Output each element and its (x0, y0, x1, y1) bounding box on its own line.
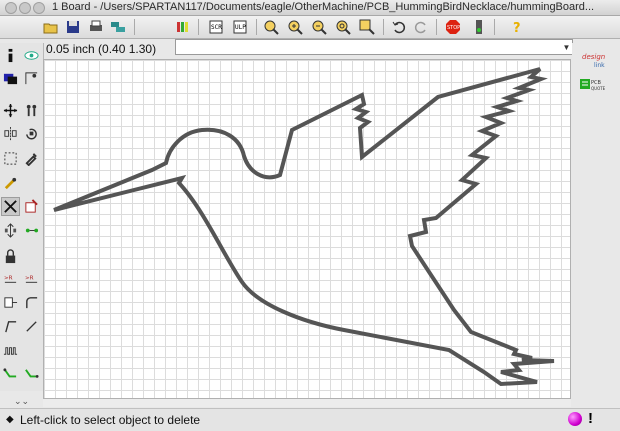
undo-icon[interactable] (390, 18, 408, 36)
status-message: Left-click to select object to delete (20, 413, 201, 427)
help-icon[interactable]: ? (508, 18, 526, 36)
command-bar: 0.05 inch (0.40 1.30) ▼ (0, 39, 620, 59)
status-bar: ◆ Left-click to select object to delete … (0, 408, 620, 431)
group-icon[interactable] (1, 149, 20, 168)
display-layers-icon[interactable] (1, 69, 20, 88)
window-title: 1 Board - /Users/SPARTAN117/Documents/ea… (52, 1, 595, 13)
info-icon[interactable] (1, 46, 20, 65)
design-link-logo[interactable]: design link (580, 51, 616, 71)
copy-icon[interactable] (22, 101, 41, 120)
zoom-window-button[interactable] (33, 2, 45, 14)
show-icon[interactable] (22, 46, 41, 65)
coordinate-display: 0.05 inch (0.40 1.30) (46, 42, 157, 56)
meander-icon[interactable] (1, 341, 20, 360)
mark-icon[interactable] (22, 69, 41, 88)
svg-text:>R: >R (25, 276, 34, 282)
mirror-icon[interactable] (1, 124, 20, 143)
redo-icon[interactable] (412, 18, 430, 36)
svg-text:SCR: SCR (211, 24, 222, 31)
right-panel: design link PCB QUOTE (572, 43, 620, 399)
miter-icon[interactable] (22, 293, 41, 312)
cam-icon[interactable] (109, 18, 127, 36)
delete-icon[interactable] (1, 197, 20, 216)
svg-text:link: link (594, 62, 605, 69)
board-canvas[interactable] (43, 59, 571, 399)
library-icon[interactable] (174, 18, 192, 36)
svg-text:QUOTE: QUOTE (591, 86, 606, 91)
svg-text:?: ? (513, 21, 521, 35)
value-icon[interactable]: >R (22, 270, 41, 289)
chevron-down-icon[interactable]: ▼ (561, 40, 572, 54)
replace-icon[interactable] (1, 221, 20, 240)
close-window-button[interactable] (5, 2, 17, 14)
split-icon[interactable] (1, 293, 20, 312)
hummingbird-outline (53, 67, 555, 387)
wire-icon[interactable] (1, 317, 20, 336)
zoom-redraw-icon[interactable] (334, 18, 352, 36)
add-icon[interactable] (22, 197, 41, 216)
stop-icon[interactable]: STOP (444, 18, 462, 36)
paste-icon[interactable] (1, 174, 20, 193)
exclamation-icon[interactable]: ! (588, 410, 593, 427)
ripup-icon[interactable] (22, 365, 41, 384)
svg-text:STOP: STOP (447, 25, 460, 31)
change-icon[interactable] (22, 149, 41, 168)
status-indicator-icon (568, 412, 582, 426)
move-icon[interactable] (1, 101, 20, 120)
diamond-icon: ◆ (6, 414, 14, 425)
print-icon[interactable] (87, 18, 105, 36)
route-icon[interactable] (1, 365, 20, 384)
chevron-down-icon[interactable]: ⌄⌄ (14, 396, 29, 407)
command-input[interactable] (175, 39, 573, 55)
minimize-window-button[interactable] (19, 2, 31, 14)
zoom-out-icon[interactable] (310, 18, 328, 36)
open-icon[interactable] (42, 18, 60, 36)
ulp-icon[interactable]: ULP (231, 18, 249, 36)
title-bar: 1 Board - /Users/SPARTAN117/Documents/ea… (0, 0, 620, 16)
save-icon[interactable] (64, 18, 82, 36)
svg-text:design: design (582, 53, 605, 61)
svg-text:ULP: ULP (235, 24, 246, 31)
line-icon[interactable] (22, 317, 41, 336)
rotate-icon[interactable] (22, 124, 41, 143)
zoom-fit-icon[interactable] (262, 18, 280, 36)
pcb-quote-button[interactable]: PCB QUOTE (579, 77, 615, 93)
tool-palette: >R >R (0, 43, 44, 391)
script-icon[interactable]: SCR (207, 18, 225, 36)
zoom-in-icon[interactable] (286, 18, 304, 36)
name-icon[interactable] (22, 221, 41, 240)
go-icon[interactable] (470, 18, 488, 36)
lock-icon[interactable] (1, 247, 20, 266)
svg-text:>R: >R (4, 276, 13, 282)
smash-icon[interactable]: >R (1, 270, 20, 289)
zoom-select-icon[interactable] (358, 18, 376, 36)
horizontal-scrollbar[interactable] (43, 399, 571, 407)
main-toolbar: SCR ULP STOP ? (0, 16, 620, 39)
